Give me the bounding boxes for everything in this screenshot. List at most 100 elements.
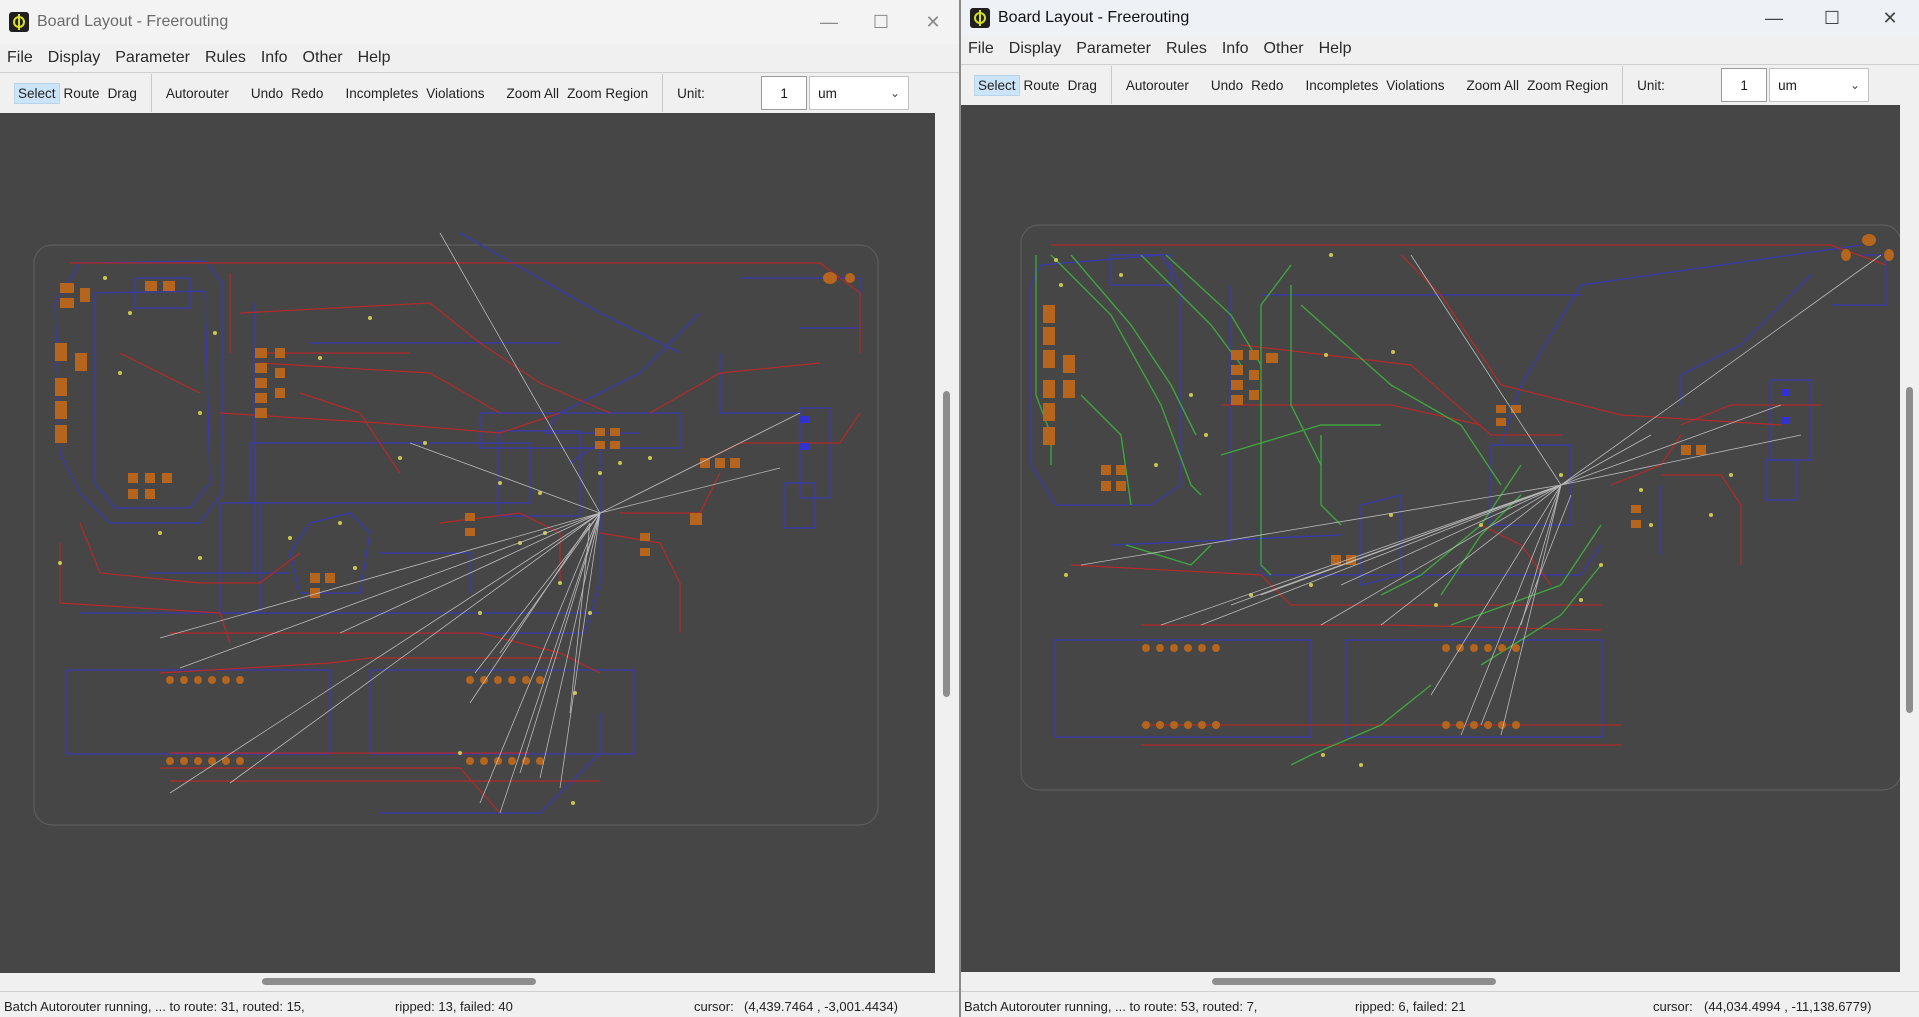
undo-button[interactable]: Undo (1207, 75, 1247, 96)
autorouter-button[interactable]: Autorouter (162, 83, 233, 104)
horizontal-scrollbar[interactable] (0, 973, 959, 989)
toolbar: Select Route Drag Autorouter Undo Redo I… (961, 64, 1919, 106)
routed-traces (1035, 254, 1602, 766)
select-mode-button[interactable]: Select (14, 82, 60, 104)
title-bar[interactable]: Board Layout - Freerouting — ☐ ✕ (961, 0, 1919, 36)
cursor-label: cursor: (1653, 999, 1693, 1014)
menu-bar: File Display Parameter Rules Info Other … (0, 45, 959, 71)
zoom-region-button[interactable]: Zoom Region (563, 83, 652, 104)
menu-help[interactable]: Help (351, 49, 399, 67)
menu-display[interactable]: Display (41, 49, 108, 67)
toolbar-separator (662, 74, 664, 112)
autorouter-progress-text: Batch Autorouter running, ... to route: … (964, 999, 1258, 1014)
minimize-icon[interactable]: — (1745, 0, 1803, 36)
window-controls: — ☐ ✕ (803, 0, 959, 44)
maximize-icon[interactable]: ☐ (855, 0, 907, 44)
unit-label: Unit: (1637, 77, 1665, 93)
minimize-icon[interactable]: — (803, 0, 855, 44)
horizontal-scrollbar[interactable] (961, 973, 1919, 989)
unit-select-value: um (818, 85, 837, 101)
freerouting-app-icon (970, 8, 990, 28)
violations-button[interactable]: Violations (1382, 75, 1448, 96)
board-canvas[interactable] (0, 113, 935, 973)
header-pad-rows (1142, 644, 1520, 729)
maximize-icon[interactable]: ☐ (1803, 0, 1861, 36)
component-pads (55, 272, 855, 598)
bottom-layer-traces (1030, 244, 1887, 738)
zoom-all-button[interactable]: Zoom All (503, 83, 564, 104)
horizontal-scroll-thumb[interactable] (1212, 978, 1496, 985)
close-icon[interactable]: ✕ (1861, 0, 1919, 36)
cursor-coordinates: (44,034.4994 , -11,138.6779) (1704, 999, 1872, 1014)
vertical-scroll-thumb[interactable] (943, 391, 950, 697)
drag-mode-button[interactable]: Drag (104, 83, 141, 104)
menu-other[interactable]: Other (296, 49, 351, 67)
left-board-window: Board Layout - Freerouting — ☐ ✕ File Di… (0, 0, 959, 1017)
zoom-all-button[interactable]: Zoom All (1463, 75, 1524, 96)
unit-value-input[interactable]: 1 (761, 76, 808, 110)
top-layer-traces (59, 262, 861, 814)
chevron-down-icon: ⌄ (1850, 78, 1861, 92)
autorouter-result-text: ripped: 13, failed: 40 (395, 999, 513, 1014)
violations-button[interactable]: Violations (422, 83, 488, 104)
toolbar-separator (150, 74, 152, 112)
drag-mode-button[interactable]: Drag (1064, 75, 1101, 96)
window-title: Board Layout - Freerouting (998, 9, 1190, 26)
vertical-scroll-thumb[interactable] (1906, 387, 1913, 713)
toolbar-separator (1110, 66, 1112, 104)
menu-info[interactable]: Info (1215, 40, 1257, 58)
toolbar-separator (1622, 66, 1624, 104)
window-controls: — ☐ ✕ (1745, 0, 1919, 36)
cursor-coordinates: (4,439.7464 , -3,001.4434) (744, 999, 898, 1014)
menu-parameter[interactable]: Parameter (1069, 40, 1159, 58)
board-canvas[interactable] (961, 105, 1900, 972)
smd-pads (1781, 389, 1790, 424)
menu-other[interactable]: Other (1257, 40, 1312, 58)
smd-pads (800, 416, 809, 450)
horizontal-scroll-thumb[interactable] (262, 978, 536, 985)
unit-select[interactable]: um ⌄ (1769, 68, 1870, 102)
incompletes-button[interactable]: Incompletes (341, 83, 422, 104)
select-mode-button[interactable]: Select (974, 74, 1020, 96)
menu-rules[interactable]: Rules (1159, 40, 1215, 58)
zoom-region-button[interactable]: Zoom Region (1523, 75, 1612, 96)
route-mode-button[interactable]: Route (1020, 75, 1064, 96)
menu-file[interactable]: File (0, 49, 41, 67)
unit-value-input[interactable]: 1 (1721, 68, 1768, 102)
chevron-down-icon: ⌄ (890, 86, 901, 100)
unit-select[interactable]: um ⌄ (809, 76, 910, 110)
menu-display[interactable]: Display (1002, 40, 1069, 58)
right-board-window: Board Layout - Freerouting — ☐ ✕ File Di… (961, 0, 1919, 1017)
toolbar: Select Route Drag Autorouter Undo Redo I… (0, 72, 959, 114)
undo-button[interactable]: Undo (247, 83, 287, 104)
menu-bar: File Display Parameter Rules Info Other … (961, 36, 1919, 62)
bottom-layer-traces (54, 232, 861, 814)
status-bar: Batch Autorouter running, ... to route: … (0, 991, 959, 1017)
incompletes-button[interactable]: Incompletes (1301, 75, 1382, 96)
freerouting-app-icon (9, 12, 29, 32)
autorouter-button[interactable]: Autorouter (1122, 75, 1193, 96)
board-outline (33, 244, 879, 826)
menu-info[interactable]: Info (254, 49, 296, 67)
ratsnest-lines (159, 232, 801, 814)
vertical-scrollbar[interactable] (935, 113, 959, 973)
cursor-label: cursor: (694, 999, 734, 1014)
autorouter-result-text: ripped: 6, failed: 21 (1355, 999, 1466, 1014)
top-layer-traces (1051, 244, 1887, 746)
unit-label: Unit: (677, 85, 705, 101)
title-bar[interactable]: Board Layout - Freerouting — ☐ ✕ (0, 0, 959, 44)
unit-select-value: um (1778, 77, 1797, 93)
vertical-scrollbar[interactable] (1900, 105, 1919, 972)
window-title: Board Layout - Freerouting (37, 13, 229, 30)
route-mode-button[interactable]: Route (60, 83, 104, 104)
redo-button[interactable]: Redo (287, 83, 327, 104)
close-icon[interactable]: ✕ (907, 0, 959, 44)
menu-file[interactable]: File (961, 40, 1002, 58)
redo-button[interactable]: Redo (1247, 75, 1287, 96)
menu-help[interactable]: Help (1312, 40, 1360, 58)
board-outline (1020, 224, 1900, 791)
menu-parameter[interactable]: Parameter (108, 49, 198, 67)
status-bar: Batch Autorouter running, ... to route: … (961, 991, 1919, 1017)
autorouter-progress-text: Batch Autorouter running, ... to route: … (4, 999, 305, 1014)
menu-rules[interactable]: Rules (198, 49, 254, 67)
